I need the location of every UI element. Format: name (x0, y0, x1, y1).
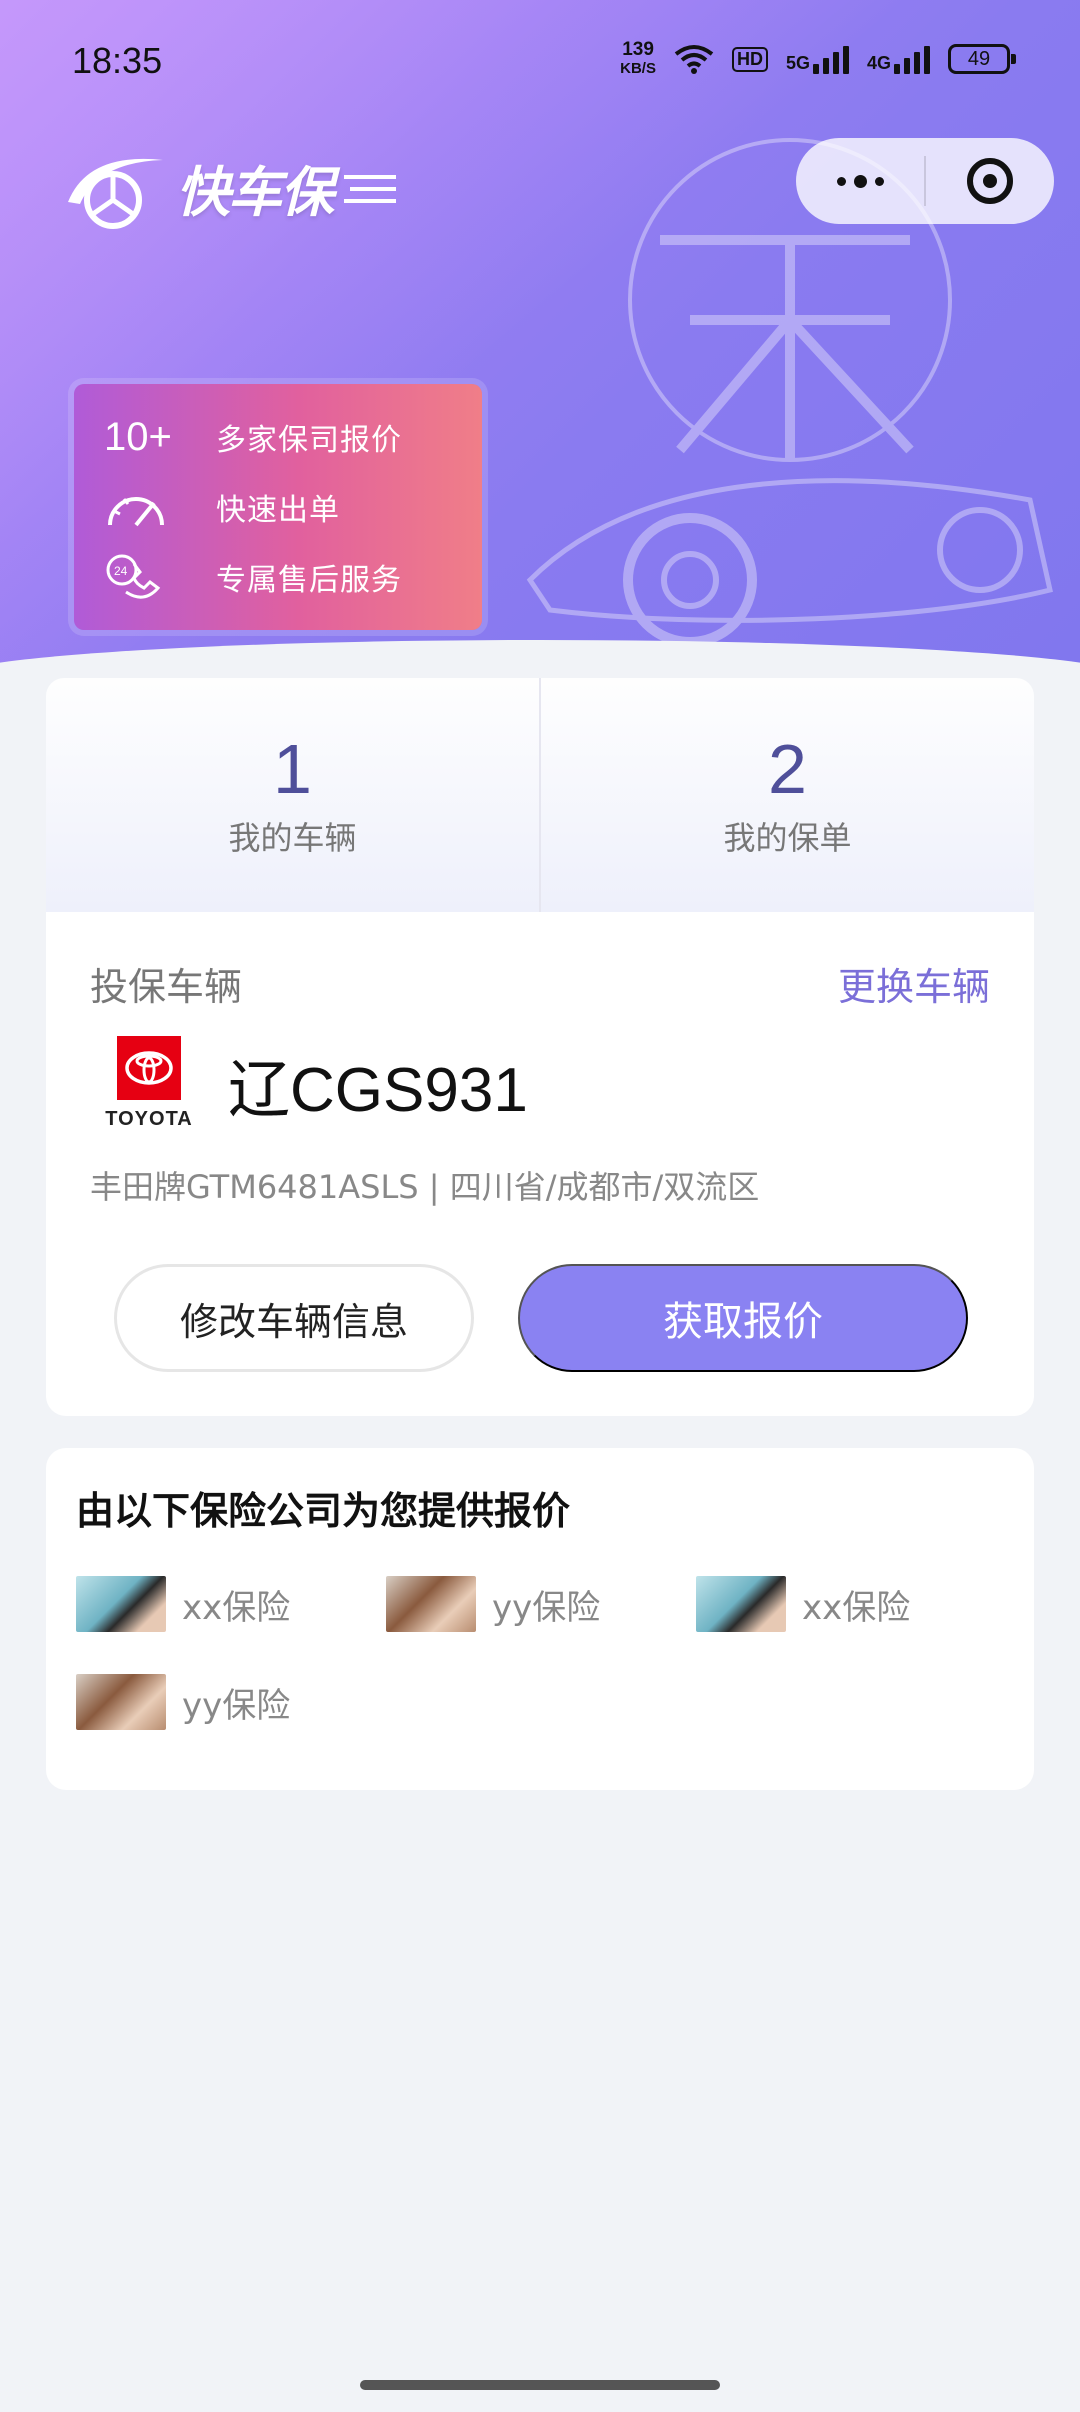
ten-plus-icon: 10+ (104, 411, 184, 463)
promo-item: 快速出单 (104, 472, 482, 542)
insurer-name: xx保险 (182, 1587, 291, 1628)
insurer-name: yy保险 (492, 1587, 601, 1628)
insurer-avatar (696, 1576, 786, 1632)
network-speed: 139 KB/S (620, 40, 656, 78)
network-speed-value: 139 (622, 39, 654, 60)
logo-lines-icon (344, 175, 396, 203)
target-icon (967, 158, 1013, 204)
vehicle-description: 丰田牌GTM6481ASLS | 四川省/成都市/双流区 (90, 1168, 760, 1206)
get-quote-button[interactable]: 获取报价 (518, 1264, 968, 1372)
signal-4g-label: 4G (866, 53, 891, 73)
vehicle-section-title: 投保车辆 (90, 965, 243, 1009)
status-time: 18:35 (72, 40, 163, 81)
policies-count: 2 (768, 730, 807, 808)
plate-number: 辽CGS931 (228, 1055, 528, 1125)
insurer-avatar (76, 1576, 166, 1632)
hd-icon: HD (731, 46, 768, 72)
support-phone-icon: 24 (104, 551, 184, 603)
edit-vehicle-button[interactable]: 修改车辆信息 (114, 1264, 474, 1372)
insurer-item[interactable]: yy保险 (76, 1674, 386, 1730)
wifi-icon (674, 45, 714, 74)
insurer-name: xx保险 (802, 1587, 911, 1628)
toyota-logo: TOYOTA (105, 1036, 193, 1131)
promo-label: 多家保司报价 (216, 423, 402, 458)
change-vehicle-link[interactable]: 更换车辆 (838, 956, 990, 1011)
promo-item: 24 专属售后服务 (104, 542, 482, 612)
vehicle-info-row: TOYOTA 辽CGS931 (105, 1036, 528, 1131)
insurers-title: 由以下保险公司为您提供报价 (76, 1489, 571, 1533)
vehicles-label: 我的车辆 (228, 819, 357, 857)
vehicle-card-header: 投保车辆 更换车辆 (90, 956, 990, 1011)
insurers-grid: xx保险 yy保险 xx保险 yy保险 (76, 1576, 1006, 1730)
battery-icon: 49 (948, 44, 1016, 74)
toyota-wordmark: TOYOTA (105, 1108, 193, 1130)
signal-4g-icon: 4G (867, 44, 930, 74)
signal-5g-icon: 5G (786, 44, 849, 74)
insurer-item[interactable]: xx保险 (76, 1576, 386, 1632)
promo-box: 10+ 多家保司报价 快速出单 24 专属售后服务 (74, 384, 482, 630)
steering-logo-icon (68, 158, 163, 229)
speedometer-icon (104, 481, 184, 533)
app-logo: 快车保 (58, 142, 400, 232)
promo-label: 专属售后服务 (216, 563, 402, 598)
status-bar: 18:35 139 KB/S HD 5G 4G 49 (0, 0, 1080, 130)
my-policies-tile[interactable]: 2 我的保单 (541, 678, 1034, 912)
promo-label: 快速出单 (216, 493, 340, 528)
insurer-avatar (76, 1674, 166, 1730)
miniprogram-capsule (796, 138, 1054, 224)
home-indicator[interactable] (360, 2380, 720, 2390)
status-icons: 139 KB/S HD 5G 4G 49 (620, 40, 1016, 78)
signal-5g-label: 5G (785, 53, 810, 73)
promo-item: 10+ 多家保司报价 (104, 402, 482, 472)
insurer-avatar (386, 1576, 476, 1632)
more-button[interactable] (796, 138, 924, 224)
insurer-item[interactable]: xx保险 (696, 1576, 1006, 1632)
stats-card: 1 我的车辆 2 我的保单 (46, 678, 1034, 912)
my-vehicles-tile[interactable]: 1 我的车辆 (46, 678, 539, 912)
svg-text:24: 24 (114, 564, 128, 578)
insured-vehicle-card: 投保车辆 更换车辆 TOYOTA 辽CGS931 丰田牌GTM6481ASLS … (46, 912, 1034, 1416)
vehicles-count: 1 (273, 730, 312, 808)
close-miniprogram-button[interactable] (926, 138, 1054, 224)
policies-label: 我的保单 (723, 819, 852, 857)
insurer-item[interactable]: yy保险 (386, 1576, 696, 1632)
toyota-emblem-icon (117, 1036, 181, 1100)
ten-plus-text: 10+ (104, 414, 172, 459)
insurers-card: 由以下保险公司为您提供报价 xx保险 yy保险 xx保险 yy保险 (46, 1448, 1034, 1790)
logo-text: 快车保 (176, 160, 334, 224)
more-dots-icon (836, 174, 884, 188)
network-speed-unit: KB/S (620, 60, 656, 77)
insurer-name: yy保险 (182, 1685, 291, 1726)
